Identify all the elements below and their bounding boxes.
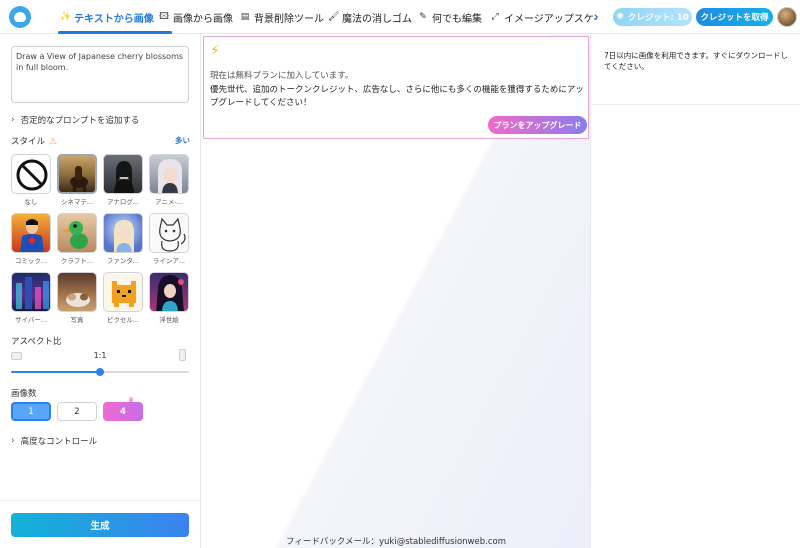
ukiyoe-thumbnail	[149, 272, 189, 312]
anime-thumbnail	[149, 154, 189, 194]
pixel-thumbnail	[103, 272, 143, 312]
slider-fill	[11, 371, 100, 373]
tab-image-to-image[interactable]: 🖾 画像から画像	[159, 0, 233, 34]
count-option-1[interactable]: 1	[11, 402, 51, 421]
divider	[0, 500, 201, 501]
layers-icon: ▤	[240, 12, 250, 22]
landscape-ratio-icon	[11, 352, 22, 360]
credits-badge[interactable]: ✺ クレジット: 10	[613, 8, 692, 26]
history-panel: 7日以内に画像を利用できます。すぐにダウンロードしてください。	[590, 34, 800, 548]
photo-thumbnail	[57, 272, 97, 312]
avatar[interactable]	[777, 7, 797, 27]
feedback-email[interactable]: フィードバックメール：yuki@stablediffusionweb.com	[202, 535, 590, 547]
style-analog[interactable]: アナログ...	[103, 154, 143, 206]
upgrade-description: 優先世代、追加のトークンクレジット、広告なし、さらに他にも多くの機能を獲得するた…	[210, 85, 584, 108]
style-caption: ファンタ...	[106, 257, 140, 265]
tab-text-to-image[interactable]: ✨ テキストから画像	[60, 0, 154, 34]
style-caption: サイバー...	[14, 316, 48, 324]
comic-thumbnail	[11, 213, 51, 253]
style-ukiyoe[interactable]: 浮世絵	[149, 272, 189, 324]
cinematic-thumbnail	[57, 154, 97, 194]
top-navigation-bar: ✨ テキストから画像 🖾 画像から画像 ▤ 背景削除ツール 🖌 魔法の消しゴム …	[0, 0, 800, 34]
divider	[591, 104, 800, 105]
style-caption: コミック...	[14, 257, 48, 265]
image-icon: 🖾	[159, 12, 169, 22]
style-photo[interactable]: 写真	[57, 272, 97, 324]
style-caption: アニメ-...	[155, 198, 183, 206]
eraser-icon: 🖌	[328, 12, 340, 22]
lightning-icon: ⚡	[210, 43, 220, 59]
none-icon	[11, 154, 51, 194]
style-fantasy[interactable]: ファンタ...	[103, 213, 143, 265]
negative-prompt-toggle[interactable]: › 否定的なプロンプトを追加する	[11, 114, 139, 126]
style-section-label: スタイル ⚠	[11, 135, 57, 147]
style-comic[interactable]: コミック...	[11, 213, 51, 265]
slider-handle[interactable]	[96, 368, 104, 376]
settings-panel: Draw a View of Japanese cherry blossoms …	[0, 34, 201, 548]
upgrade-banner: ⚡ 現在は無料プランに加入しています。 優先世代、追加のトークンクレジット、広告…	[203, 36, 589, 139]
lineart-thumbnail	[149, 213, 189, 253]
tab-label: 背景削除ツール	[254, 13, 324, 25]
tab-label: テキストから画像	[74, 13, 154, 25]
negative-prompt-label: 否定的なプロンプトを追加する	[20, 116, 140, 126]
aspect-ratio-value: 1:1	[93, 351, 107, 360]
prompt-input[interactable]: Draw a View of Japanese cherry blossoms …	[11, 46, 189, 103]
free-plan-notice: 現在は無料プランに加入しています。	[210, 71, 354, 81]
style-lineart[interactable]: ラインア...	[149, 213, 189, 265]
result-area: ⚡ 現在は無料プランに加入しています。 優先世代、追加のトークンクレジット、広告…	[202, 34, 590, 548]
expand-icon: ⤢	[491, 12, 499, 22]
download-notice: 7日以内に画像を利用できます。すぐにダウンロードしてください。	[604, 51, 789, 71]
craft-thumbnail	[57, 213, 97, 253]
chevron-right-icon: ›	[11, 436, 15, 446]
style-caption: アナログ...	[106, 198, 140, 206]
generate-button[interactable]: 生成	[11, 513, 189, 537]
get-credits-button[interactable]: クレジットを取得	[696, 8, 773, 26]
style-caption: ピクセル...	[106, 316, 140, 324]
tab-label: 何でも編集	[432, 13, 482, 25]
style-none[interactable]: なし	[11, 154, 51, 206]
app-logo-icon[interactable]	[9, 6, 31, 28]
magic-wand-icon: ✨	[60, 12, 72, 22]
tab-label: 画像から画像	[173, 13, 233, 25]
tab-image-upscaler[interactable]: ⤢ イメージアップスケ-	[490, 0, 597, 34]
style-cinematic[interactable]: シネマテ...	[57, 154, 97, 206]
advanced-controls-label: 高度なコントロール	[20, 437, 98, 447]
chevron-right-icon: ›	[11, 115, 15, 125]
chevron-right-icon[interactable]: ›	[590, 8, 602, 26]
style-caption: なし	[24, 198, 38, 206]
tab-label: イメージアップスケ-	[504, 13, 598, 25]
fantasy-thumbnail	[103, 213, 143, 253]
style-caption: ラインア...	[152, 257, 186, 265]
style-caption: シネマテ...	[60, 198, 94, 206]
style-cyber[interactable]: サイバー...	[11, 272, 51, 324]
warning-icon: ⚠	[49, 137, 58, 147]
style-caption: 写真	[70, 316, 84, 324]
credits-label: クレジット: 10	[627, 13, 689, 23]
tab-background-remover[interactable]: ▤ 背景削除ツール	[240, 0, 324, 34]
aspect-ratio-label: アスペクト比	[11, 337, 62, 347]
style-craft[interactable]: クラフト...	[57, 213, 97, 265]
count-option-4[interactable]: 4	[103, 402, 143, 421]
portrait-ratio-icon	[179, 349, 186, 361]
advanced-controls-toggle[interactable]: › 高度なコントロール	[11, 435, 97, 447]
tab-label: 魔法の消しゴム	[342, 13, 412, 25]
count-option-2[interactable]: 2	[57, 402, 97, 421]
style-pixel[interactable]: ピクセル...	[103, 272, 143, 324]
style-caption: 浮世絵	[159, 316, 179, 324]
crown-icon: ♛	[128, 396, 135, 404]
pen-icon: ✎	[419, 12, 427, 22]
sparkle-icon: ✺	[616, 12, 624, 22]
cyber-thumbnail	[11, 272, 51, 312]
analog-thumbnail	[103, 154, 143, 194]
style-label: スタイル	[11, 137, 46, 147]
upgrade-plan-button[interactable]: プランをアップグレード	[488, 116, 587, 134]
image-count-label: 画像数	[11, 389, 37, 399]
more-styles-link[interactable]: 多い	[175, 135, 190, 146]
aspect-ratio-slider[interactable]	[11, 368, 189, 376]
style-caption: クラフト...	[60, 257, 94, 265]
tab-magic-eraser[interactable]: 🖌 魔法の消しゴム	[328, 0, 412, 34]
tab-edit-anything[interactable]: ✎ 何でも編集	[418, 0, 482, 34]
style-anime[interactable]: アニメ-...	[149, 154, 189, 206]
